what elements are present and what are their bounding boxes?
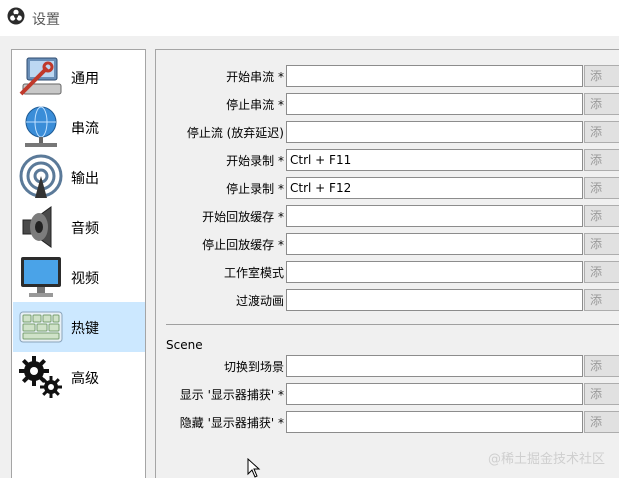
hotkey-input[interactable]: Ctrl + F11 (286, 149, 583, 171)
add-hotkey-button[interactable]: 添 (584, 93, 619, 115)
hotkey-row: 停止串流 * 添 (156, 93, 619, 115)
sidebar-item-label: 视频 (71, 271, 99, 287)
sidebar-item-advanced[interactable]: 高级 (13, 352, 145, 402)
gears-icon (19, 356, 62, 398)
mouse-cursor-icon (247, 458, 261, 478)
add-hotkey-button[interactable]: 添 (584, 65, 619, 87)
hotkey-input[interactable] (286, 233, 583, 255)
hotkey-row: 停止流 (放弃延迟) 添 (156, 121, 619, 143)
sidebar-item-audio[interactable]: 音频 (13, 202, 145, 252)
hotkey-input[interactable]: Ctrl + F12 (286, 177, 583, 199)
title-bar: 设置 (0, 0, 619, 36)
hotkey-label: 停止流 (放弃延迟) (186, 126, 284, 140)
add-hotkey-button[interactable]: 添 (584, 177, 619, 199)
hotkey-input[interactable] (286, 93, 583, 115)
add-hotkey-button[interactable]: 添 (584, 233, 619, 255)
sidebar-item-hotkeys[interactable]: 热键 (13, 302, 145, 352)
hotkey-label: 过渡动画 (235, 294, 284, 308)
add-hotkey-button[interactable]: 添 (584, 121, 619, 143)
add-hotkey-button[interactable]: 添 (584, 383, 619, 405)
keyboard-icon (19, 311, 63, 343)
hotkey-label: 停止回放缓存 * (202, 238, 284, 252)
globe-network-icon (25, 106, 57, 147)
sidebar-item-output[interactable]: 输出 (13, 152, 145, 202)
hotkey-label: 停止串流 * (226, 98, 284, 112)
sidebar-item-label: 热键 (71, 321, 99, 337)
computer-wrench-icon (19, 57, 62, 96)
add-hotkey-button[interactable]: 添 (584, 205, 619, 227)
monitor-icon (21, 257, 61, 297)
sidebar-item-general[interactable]: 通用 (13, 52, 145, 102)
add-hotkey-button[interactable]: 添 (584, 261, 619, 283)
sidebar-item-label: 输出 (71, 171, 99, 187)
hotkey-label: 开始串流 * (226, 70, 284, 84)
obs-logo-icon (7, 7, 25, 25)
hotkey-input[interactable] (286, 261, 583, 283)
add-hotkey-button[interactable]: 添 (584, 149, 619, 171)
hotkey-input[interactable] (286, 121, 583, 143)
hotkey-row: 显示 '显示器捕获' * 添 (156, 383, 619, 405)
hotkey-row: 开始串流 * 添 (156, 65, 619, 87)
hotkey-row: 隐藏 '显示器捕获' * 添 (156, 411, 619, 433)
hotkey-row: 停止录制 * Ctrl + F12 添 (156, 177, 619, 199)
hotkey-row: 切换到场景 添 (156, 355, 619, 377)
settings-sidebar: 通用 串流 输出 音频 视频 热键 高级 (11, 49, 146, 478)
add-hotkey-button[interactable]: 添 (584, 411, 619, 433)
hotkey-input[interactable] (286, 289, 583, 311)
sidebar-item-stream[interactable]: 串流 (13, 102, 145, 152)
hotkey-input[interactable] (286, 205, 583, 227)
hotkey-input[interactable] (286, 383, 583, 405)
hotkey-row: 停止回放缓存 * 添 (156, 233, 619, 255)
hotkey-label: 隐藏 '显示器捕获' * (179, 416, 284, 430)
hotkey-label: 开始回放缓存 * (202, 210, 284, 224)
sidebar-item-label: 高级 (71, 371, 99, 387)
sidebar-item-label: 串流 (71, 121, 99, 137)
hotkey-label: 停止录制 * (226, 182, 284, 196)
section-divider (166, 324, 619, 325)
scene-group-label: Scene (166, 338, 203, 352)
sidebar-item-label: 通用 (71, 71, 99, 87)
hotkey-row: 开始回放缓存 * 添 (156, 205, 619, 227)
add-hotkey-button[interactable]: 添 (584, 289, 619, 311)
hotkey-label: 切换到场景 (223, 360, 284, 374)
broadcast-antenna-icon (19, 154, 63, 198)
hotkey-row: 开始录制 * Ctrl + F11 添 (156, 149, 619, 171)
hotkeys-panel: 开始串流 * 添 停止串流 * 添 停止流 (放弃延迟) 添 开始录制 * Ct… (155, 49, 619, 478)
watermark-text: @稀土掘金技术社区 (488, 452, 606, 467)
window-title: 设置 (32, 12, 60, 28)
hotkey-label: 开始录制 * (226, 154, 284, 168)
hotkey-row: 过渡动画 添 (156, 289, 619, 311)
sidebar-item-video[interactable]: 视频 (13, 252, 145, 302)
sidebar-item-label: 音频 (71, 221, 99, 237)
hotkey-row: 工作室模式 添 (156, 261, 619, 283)
speaker-icon (22, 206, 52, 248)
hotkey-input[interactable] (286, 65, 583, 87)
add-hotkey-button[interactable]: 添 (584, 355, 619, 377)
hotkey-label: 显示 '显示器捕获' * (179, 388, 284, 402)
hotkey-input[interactable] (286, 411, 583, 433)
hotkey-label: 工作室模式 (223, 266, 284, 280)
hotkey-input[interactable] (286, 355, 583, 377)
